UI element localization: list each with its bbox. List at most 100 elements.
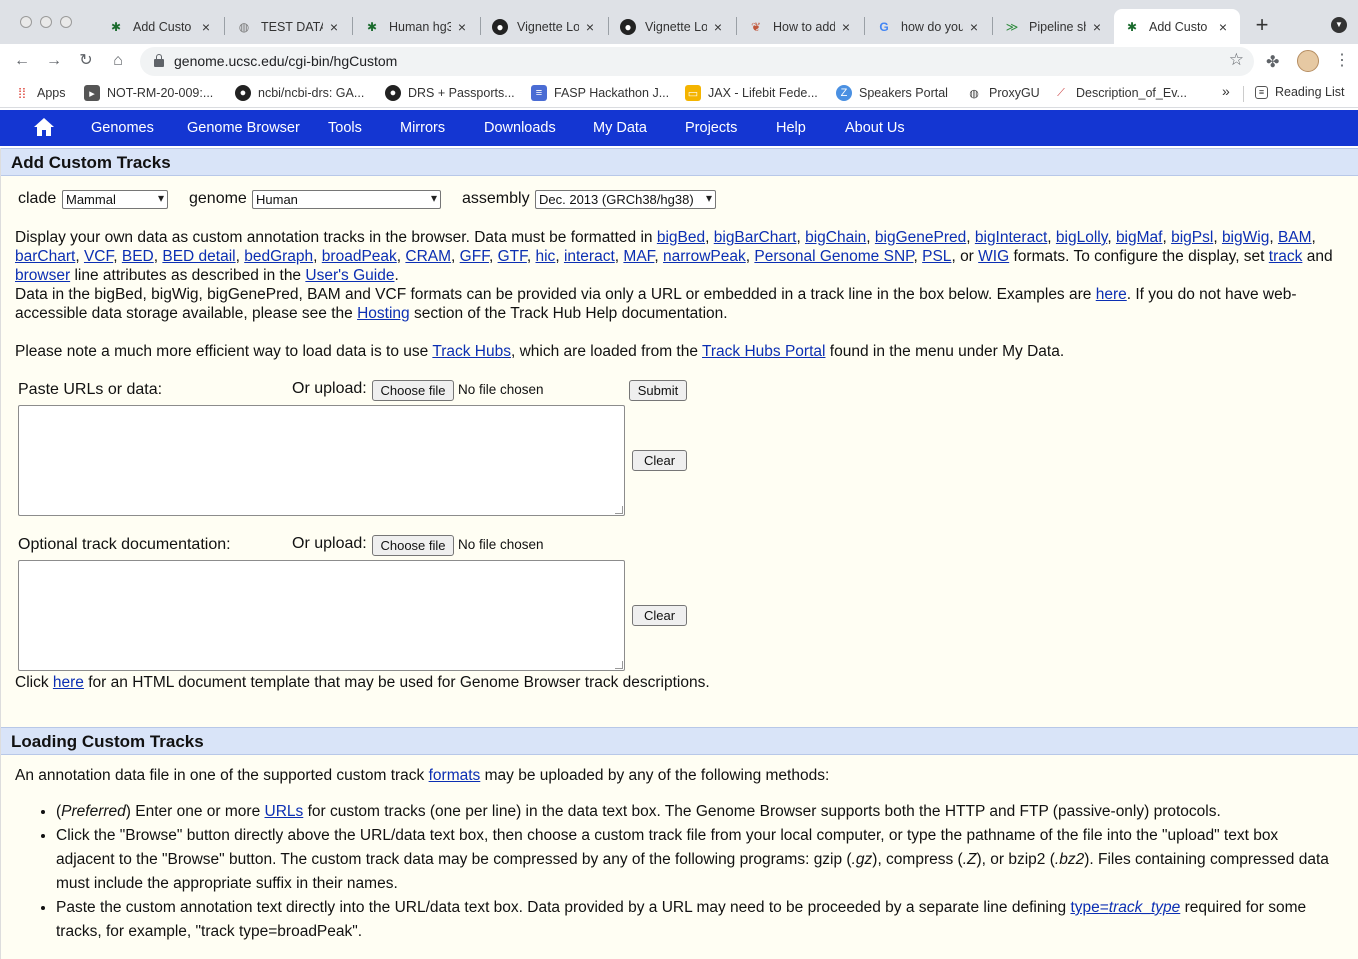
reading-list-button[interactable]: ≡ Reading List — [1255, 85, 1345, 99]
format-link-bigchain[interactable]: bigChain — [805, 229, 866, 246]
browser-tab[interactable]: ◍ TEST DATA × — [226, 9, 351, 44]
format-link-maf[interactable]: MAF — [623, 248, 654, 265]
new-tab-button[interactable]: + — [1250, 12, 1274, 38]
tab-search-icon[interactable]: ▼ — [1331, 17, 1347, 33]
format-link-wig[interactable]: WIG — [978, 248, 1009, 265]
nav-projects[interactable]: Projects — [685, 120, 737, 136]
browser-tab[interactable]: G how do you × — [866, 9, 991, 44]
window-close-control[interactable] — [20, 16, 32, 28]
close-tab-icon[interactable]: × — [455, 19, 469, 35]
choose-doc-file-button[interactable]: Choose file — [372, 535, 454, 556]
nav-help[interactable]: Help — [776, 120, 806, 136]
browser-tab[interactable]: ≫ Pipeline sh × — [994, 9, 1114, 44]
bookmark-item[interactable]: ▸ NOT-RM-20-009:... — [84, 85, 213, 101]
format-link-bigwig[interactable]: bigWig — [1222, 229, 1269, 246]
clear-doc-button[interactable]: Clear — [632, 605, 687, 626]
close-tab-icon[interactable]: × — [199, 19, 213, 35]
nav-my-data[interactable]: My Data — [593, 120, 647, 136]
format-link-interact[interactable]: interact — [564, 248, 615, 265]
format-link-gff[interactable]: GFF — [460, 248, 489, 265]
window-zoom-control[interactable] — [60, 16, 72, 28]
format-link-bigmaf[interactable]: bigMaf — [1116, 229, 1163, 246]
format-link-biggenepred[interactable]: bigGenePred — [875, 229, 966, 246]
clear-data-button[interactable]: Clear — [632, 450, 687, 471]
format-link-bigpsl[interactable]: bigPsl — [1171, 229, 1213, 246]
track-type-link[interactable]: type=track_type — [1070, 899, 1180, 916]
nav-mirrors[interactable]: Mirrors — [400, 120, 445, 136]
reload-icon[interactable]: ↻ — [74, 49, 98, 73]
bookmark-item[interactable]: ◍ ProxyGU — [966, 85, 1040, 101]
window-minimize-control[interactable] — [40, 16, 52, 28]
format-link-gtf[interactable]: GTF — [498, 248, 527, 265]
urls-link[interactable]: URLs — [265, 803, 304, 820]
url-text[interactable]: genome.ucsc.edu/cgi-bin/hgCustom — [174, 53, 397, 69]
format-link-barchart[interactable]: barChart — [15, 248, 75, 265]
format-link-narrowpeak[interactable]: narrowPeak — [663, 248, 746, 265]
bookmark-star-icon[interactable]: ☆ — [1229, 50, 1244, 70]
users-guide-link[interactable]: User's Guide — [305, 267, 394, 284]
home-icon[interactable] — [34, 118, 54, 136]
bookmark-item[interactable]: Z Speakers Portal — [836, 85, 948, 101]
nav-genome-browser[interactable]: Genome Browser — [187, 120, 300, 136]
hosting-link[interactable]: Hosting — [357, 305, 410, 322]
data-textarea[interactable] — [18, 405, 625, 516]
format-link-psl[interactable]: PSL — [922, 248, 951, 265]
home-icon[interactable]: ⌂ — [106, 49, 130, 73]
address-bar[interactable]: genome.ucsc.edu/cgi-bin/hgCustom ☆ — [140, 47, 1254, 76]
browser-tab[interactable]: ● Vignette Lo × — [610, 9, 735, 44]
browser-link[interactable]: browser — [15, 267, 70, 284]
formats-link[interactable]: formats — [429, 767, 481, 784]
documentation-textarea[interactable] — [18, 560, 625, 671]
assembly-select[interactable]: Dec. 2013 (GRCh38/hg38) — [535, 190, 716, 209]
close-tab-icon[interactable]: × — [1090, 19, 1104, 35]
close-tab-icon[interactable]: × — [839, 19, 853, 35]
more-bookmarks-icon[interactable]: » — [1222, 83, 1230, 99]
format-link-cram[interactable]: CRAM — [405, 248, 451, 265]
format-link-bam[interactable]: BAM — [1278, 229, 1312, 246]
browser-tab[interactable]: ✱ Human hg3 × — [354, 9, 479, 44]
choose-file-button[interactable]: Choose file — [372, 380, 454, 401]
close-tab-icon[interactable]: × — [327, 19, 341, 35]
back-arrow-icon[interactable]: ← — [10, 49, 34, 73]
format-link-bigbarchart[interactable]: bigBarChart — [714, 229, 797, 246]
nav-genomes[interactable]: Genomes — [91, 120, 154, 136]
format-link-broadpeak[interactable]: broadPeak — [322, 248, 397, 265]
extensions-puzzle-icon[interactable]: ✤ — [1266, 52, 1279, 72]
format-link-bed[interactable]: BED — [122, 248, 154, 265]
close-tab-icon[interactable]: × — [1216, 19, 1230, 35]
bookmark-item[interactable]: ≡ FASP Hackathon J... — [531, 85, 669, 101]
track-hubs-portal-link[interactable]: Track Hubs Portal — [702, 343, 825, 360]
browser-tab[interactable]: ❦ How to add × — [738, 9, 863, 44]
format-link-hic[interactable]: hic — [535, 248, 555, 265]
browser-tab[interactable]: ● Vignette Lo × — [482, 9, 607, 44]
bookmark-item[interactable]: ● ncbi/ncbi-drs: GA... — [235, 85, 364, 101]
browser-tab[interactable]: ✱ Add Custo × — [98, 9, 223, 44]
nav-tools[interactable]: Tools — [328, 120, 362, 136]
track-hubs-link[interactable]: Track Hubs — [432, 343, 511, 360]
format-link-biginteract[interactable]: bigInteract — [975, 229, 1047, 246]
format-link-bedgraph[interactable]: bedGraph — [244, 248, 313, 265]
examples-here-link[interactable]: here — [1096, 286, 1127, 303]
format-link-personal-genome-snp[interactable]: Personal Genome SNP — [754, 248, 913, 265]
browser-tab-active[interactable]: ✱ Add Custo × — [1114, 9, 1240, 44]
close-tab-icon[interactable]: × — [583, 19, 597, 35]
track-link[interactable]: track — [1269, 248, 1303, 265]
bookmark-item[interactable]: ⟋ Description_of_Ev... — [1053, 85, 1187, 101]
format-link-vcf[interactable]: VCF — [84, 248, 113, 265]
bookmark-apps[interactable]: ⁞⁞ Apps — [14, 85, 65, 101]
clade-select[interactable]: Mammal — [62, 190, 168, 209]
bookmark-item[interactable]: ▭ JAX - Lifebit Fede... — [685, 85, 818, 101]
close-tab-icon[interactable]: × — [711, 19, 725, 35]
nav-about-us[interactable]: About Us — [845, 120, 905, 136]
nav-downloads[interactable]: Downloads — [484, 120, 556, 136]
template-here-link[interactable]: here — [53, 674, 84, 691]
genome-select[interactable]: Human — [252, 190, 441, 209]
browser-menu-icon[interactable]: ⋮ — [1334, 50, 1350, 70]
format-link-bigbed[interactable]: bigBed — [657, 229, 705, 246]
format-link-bed-detail[interactable]: BED detail — [162, 248, 235, 265]
bookmark-item[interactable]: ● DRS + Passports... — [385, 85, 515, 101]
forward-arrow-icon[interactable]: → — [42, 49, 66, 73]
close-tab-icon[interactable]: × — [967, 19, 981, 35]
submit-button[interactable]: Submit — [629, 380, 687, 401]
format-link-biglolly[interactable]: bigLolly — [1056, 229, 1107, 246]
